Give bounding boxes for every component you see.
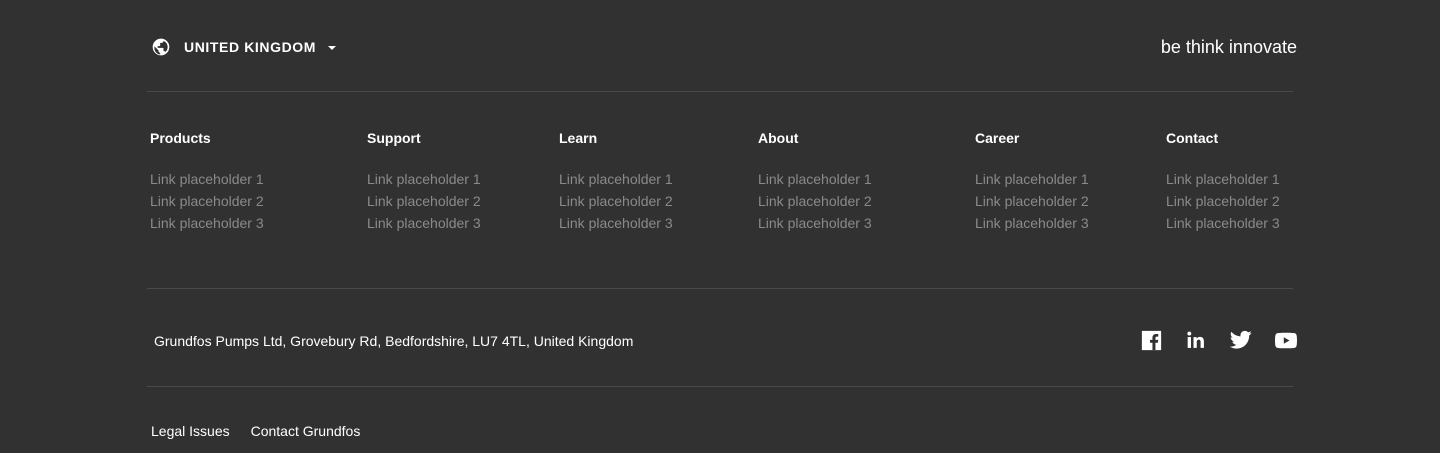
linkedin-icon[interactable] xyxy=(1185,329,1207,351)
footer-link[interactable]: Link placeholder 3 xyxy=(150,212,264,234)
caret-down-icon xyxy=(328,46,337,50)
twitter-icon[interactable] xyxy=(1230,329,1252,351)
footer-link[interactable]: Link placeholder 3 xyxy=(1166,212,1280,234)
footer-link[interactable]: Link placeholder 1 xyxy=(367,168,481,190)
footer-column-support: Support Link placeholder 1 Link placehol… xyxy=(367,128,481,234)
divider xyxy=(147,386,1293,387)
legal-issues-link[interactable]: Legal Issues xyxy=(151,421,230,441)
contact-grundfos-link[interactable]: Contact Grundfos xyxy=(251,421,361,441)
social-links xyxy=(1117,329,1297,351)
youtube-icon[interactable] xyxy=(1275,329,1297,351)
footer-link[interactable]: Link placeholder 3 xyxy=(975,212,1089,234)
footer-link[interactable]: Link placeholder 1 xyxy=(559,168,673,190)
column-title: Learn xyxy=(559,130,598,146)
footer-link[interactable]: Link placeholder 2 xyxy=(150,190,264,212)
footer-link[interactable]: Link placeholder 1 xyxy=(1166,168,1280,190)
footer-link[interactable]: Link placeholder 2 xyxy=(758,190,872,212)
country-selector[interactable]: UNITED KINGDOM xyxy=(151,36,337,58)
column-title: Career xyxy=(975,130,1020,146)
brand-tagline: be think innovate xyxy=(1160,37,1297,57)
column-title: Support xyxy=(367,130,421,146)
footer-link[interactable]: Link placeholder 2 xyxy=(559,190,673,212)
column-title: Products xyxy=(150,130,211,146)
legal-links: Legal Issues Contact Grundfos xyxy=(151,421,381,441)
footer-link[interactable]: Link placeholder 3 xyxy=(559,212,673,234)
company-address: Grundfos Pumps Ltd, Grovebury Rd, Bedfor… xyxy=(154,333,634,349)
footer-column-career: Career Link placeholder 1 Link placehold… xyxy=(975,128,1089,234)
footer-link[interactable]: Link placeholder 2 xyxy=(367,190,481,212)
footer-column-products: Products Link placeholder 1 Link placeho… xyxy=(150,128,264,234)
footer-link[interactable]: Link placeholder 2 xyxy=(1166,190,1280,212)
globe-icon xyxy=(151,37,171,57)
footer-link[interactable]: Link placeholder 1 xyxy=(150,168,264,190)
footer-link[interactable]: Link placeholder 3 xyxy=(367,212,481,234)
divider xyxy=(147,91,1293,92)
column-title: Contact xyxy=(1166,130,1219,146)
footer-column-learn: Learn Link placeholder 1 Link placeholde… xyxy=(559,128,673,234)
footer-column-contact: Contact Link placeholder 1 Link placehol… xyxy=(1166,128,1280,234)
footer-link[interactable]: Link placeholder 1 xyxy=(975,168,1089,190)
facebook-icon[interactable] xyxy=(1140,329,1162,351)
footer-link[interactable]: Link placeholder 2 xyxy=(975,190,1089,212)
footer-link[interactable]: Link placeholder 3 xyxy=(758,212,872,234)
column-title: About xyxy=(758,130,799,146)
footer-link[interactable]: Link placeholder 1 xyxy=(758,168,872,190)
divider xyxy=(147,288,1293,289)
country-label: UNITED KINGDOM xyxy=(184,39,317,55)
footer-column-about: About Link placeholder 1 Link placeholde… xyxy=(758,128,872,234)
